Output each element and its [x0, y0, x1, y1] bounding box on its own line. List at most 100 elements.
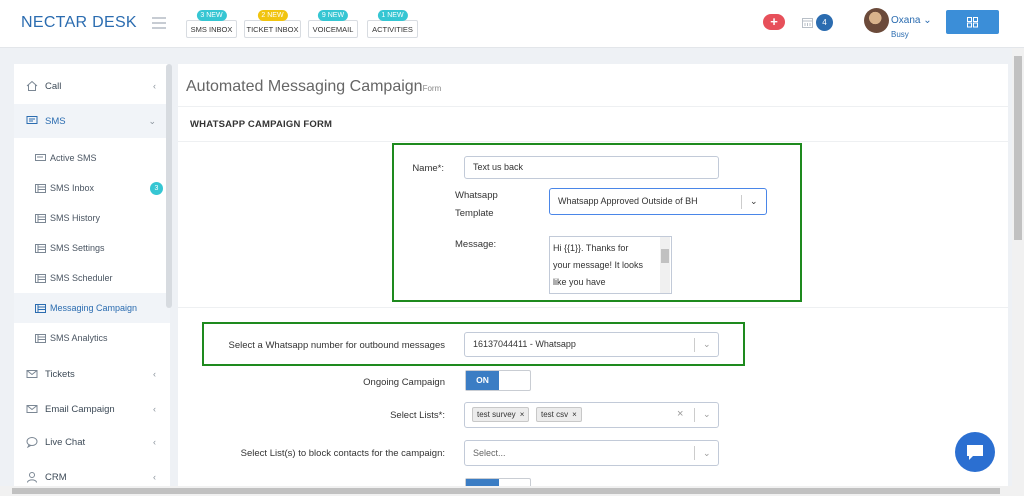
remove-tag-icon[interactable]: × [520, 410, 525, 419]
list-tag[interactable]: test survey × [472, 407, 530, 422]
chevron-down-icon: ⌄ [703, 448, 711, 458]
sms-inbox-count-badge: 3 [150, 181, 163, 195]
whatsapp-template-select[interactable]: Whatsapp Approved Outside of BH ⌄ [549, 188, 767, 215]
sms-inbox-badge: 3 NEW [196, 10, 227, 21]
scrollbar-thumb[interactable] [12, 488, 1000, 494]
list-icon [35, 333, 46, 343]
sidebar-item-label: SMS History [50, 213, 101, 223]
page-scrollbar[interactable] [1012, 48, 1024, 496]
template-selected-value: Whatsapp Approved Outside of BH [558, 196, 698, 206]
ticket-inbox-button[interactable]: 2 NEW TICKET INBOX [244, 10, 301, 38]
sidebar-item-sms-history[interactable]: SMS History [14, 203, 170, 233]
remove-tag-icon[interactable]: × [572, 410, 577, 419]
calendar-icon[interactable] [802, 17, 813, 28]
block-lists-select[interactable]: Select... ⌄ [464, 440, 719, 466]
page-title-text: Automated Messaging Campaign [186, 78, 423, 95]
toggle-on-label: ON [466, 371, 499, 390]
voicemail-button[interactable]: 9 NEW VOICEMAIL [308, 10, 358, 38]
horizontal-scrollbar[interactable] [0, 486, 1012, 496]
sms-inbox-button[interactable]: 3 NEW SMS INBOX [186, 10, 237, 38]
add-button[interactable]: + [763, 14, 785, 30]
sidebar-item-call[interactable]: Call ‹ [14, 69, 170, 103]
sidebar-item-label: CRM [45, 471, 67, 483]
chevron-left-icon: ‹ [153, 404, 156, 414]
name-label: Name*: [412, 163, 444, 174]
select-separator [694, 408, 695, 422]
sidebar-item-email-campaign[interactable]: Email Campaign ‹ [14, 392, 170, 426]
chevron-down-icon: ⌄ [923, 15, 932, 26]
ticket-inbox-label: TICKET INBOX [246, 25, 299, 34]
list-icon [35, 243, 46, 253]
ongoing-campaign-label: Ongoing Campaign [363, 377, 445, 388]
sidebar-scrollbar[interactable] [166, 64, 172, 308]
list-icon [35, 303, 46, 313]
sidebar-item-sms-settings[interactable]: SMS Settings [14, 233, 170, 263]
sidebar-item-tickets[interactable]: Tickets ‹ [14, 357, 170, 391]
sms-inbox-label: SMS INBOX [190, 25, 233, 34]
select-separator [694, 338, 695, 352]
scrollbar-thumb[interactable] [1014, 56, 1022, 240]
menu-toggle-icon[interactable] [152, 17, 166, 29]
message-textarea[interactable]: Hi {{1}}. Thanks for your message! It lo… [549, 236, 672, 294]
brand-logo[interactable]: NECTAR DESK [21, 14, 137, 32]
clear-icon[interactable]: × [677, 404, 683, 425]
section-title: WHATSAPP CAMPAIGN FORM [190, 119, 333, 130]
chevron-left-icon: ‹ [153, 437, 156, 447]
page-title: Automated Messaging CampaignForm [186, 78, 441, 96]
scrollbar-thumb[interactable] [661, 249, 669, 263]
avatar[interactable] [864, 8, 889, 33]
chat-bubble-icon [967, 445, 983, 460]
select-lists-label: Select Lists*: [390, 410, 445, 421]
list-tag-label: test csv [541, 410, 569, 419]
user-status: Busy [891, 30, 909, 39]
name-field[interactable]: Text us back [464, 156, 719, 179]
ongoing-campaign-toggle[interactable]: ON [465, 370, 531, 391]
sidebar-item-label: SMS Settings [50, 243, 105, 253]
user-menu[interactable]: Oxana ⌄ [891, 15, 932, 26]
block-lists-label: Select List(s) to block contacts for the… [240, 448, 445, 459]
sidebar-item-live-chat[interactable]: Live Chat ‹ [14, 425, 170, 459]
sidebar-item-messaging-campaign[interactable]: Messaging Campaign [14, 293, 170, 323]
message-line: your message! It looks [553, 260, 644, 270]
ticket-inbox-badge: 2 NEW [257, 10, 288, 21]
user-name: Oxana [891, 15, 921, 26]
textarea-scrollbar[interactable] [660, 237, 670, 293]
user-icon [27, 472, 37, 483]
chevron-down-icon: ⌄ [703, 409, 711, 419]
template-label-2: Template [455, 208, 494, 219]
sidebar-item-sms-inbox[interactable]: SMS Inbox 3 [14, 173, 170, 203]
sidebar-item-label: Tickets [45, 368, 75, 380]
sidebar-item-sms-scheduler[interactable]: SMS Scheduler [14, 263, 170, 293]
whatsapp-number-select[interactable]: 16137044411 - Whatsapp ⌄ [464, 332, 719, 357]
message-line: Hi {{1}}. Thanks for [553, 243, 629, 253]
sidebar-item-label: SMS Scheduler [50, 273, 113, 283]
apps-grid-button[interactable] [946, 10, 999, 34]
list-tag-label: test survey [477, 410, 516, 419]
sidebar-item-label: Call [45, 80, 62, 92]
chat-launcher-button[interactable] [955, 432, 995, 472]
message-line: like you have [553, 277, 606, 287]
select-lists-field[interactable]: test survey × test csv × × ⌄ [464, 402, 719, 428]
sidebar-item-active-sms[interactable]: Active SMS [14, 143, 170, 173]
select-separator [694, 446, 695, 460]
list-tag[interactable]: test csv × [536, 407, 582, 422]
activities-button[interactable]: 1 NEW ACTIVITIES [367, 10, 418, 38]
chevron-left-icon: ‹ [153, 81, 156, 91]
activities-badge: 1 NEW [377, 10, 408, 21]
chat-icon [26, 116, 38, 124]
sidebar-item-label: SMS [45, 115, 66, 127]
sidebar-item-label: Messaging Campaign [50, 303, 138, 313]
chevron-down-icon: ⌄ [750, 196, 758, 206]
top-bar: NECTAR DESK 3 NEW SMS INBOX 2 NEW TICKET… [0, 0, 1024, 48]
sidebar-item-sms-analytics[interactable]: SMS Analytics [14, 323, 170, 353]
block-lists-placeholder: Select... [473, 448, 506, 458]
message-label: Message: [455, 239, 497, 250]
chat-icon [35, 153, 46, 161]
sidebar-item-sms[interactable]: SMS ⌄ [14, 104, 170, 138]
chevron-down-icon: ⌄ [703, 339, 711, 349]
chevron-down-icon: ⌄ [148, 115, 156, 126]
page-title-suffix: Form [422, 84, 442, 93]
sidebar-item-label: Email Campaign [45, 403, 115, 415]
whatsapp-number-label: Select a Whatsapp number for outbound me… [228, 340, 445, 351]
mail-icon [26, 370, 38, 378]
